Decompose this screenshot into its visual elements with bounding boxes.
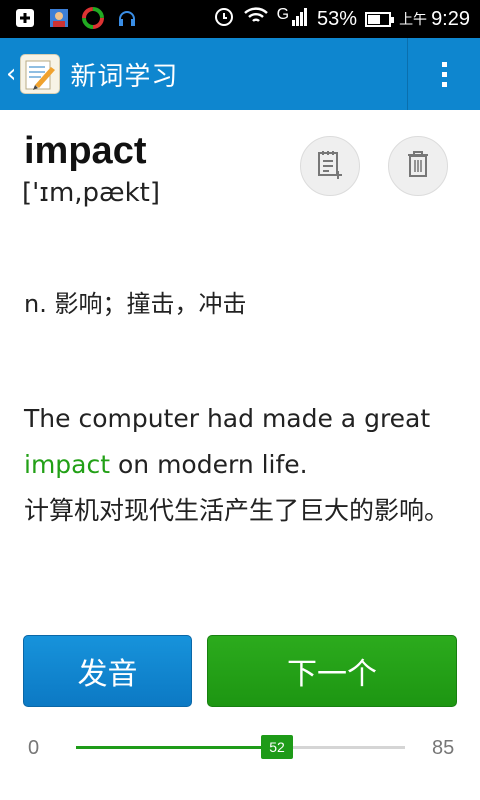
example-text-after: on modern life. xyxy=(110,450,308,479)
battery-icon xyxy=(365,11,395,27)
back-button[interactable]: ‹ 新词学习 xyxy=(0,38,200,110)
status-bar: G 53% 上午 9:29 xyxy=(0,0,480,38)
progress-fill xyxy=(76,746,277,749)
overflow-menu-icon xyxy=(441,61,447,87)
headset-icon xyxy=(116,7,138,29)
time-prefix: 上午 xyxy=(399,11,428,27)
alarm-icon xyxy=(213,5,235,33)
next-button[interactable]: 下一个 xyxy=(207,635,457,707)
progress-thumb[interactable]: 52 xyxy=(261,735,293,759)
add-note-button[interactable] xyxy=(300,136,360,196)
trash-icon xyxy=(406,149,430,183)
wifi-icon xyxy=(243,6,269,32)
delete-word-button[interactable] xyxy=(388,136,448,196)
chevron-left-icon: ‹ xyxy=(6,59,17,89)
app-logo-icon xyxy=(20,54,61,94)
status-notifications xyxy=(14,7,138,29)
clock: 9:29 xyxy=(431,7,470,30)
example-sentence: The computer had made a great impact on … xyxy=(24,396,454,534)
word-definition: n. 影响；撞击，冲击 xyxy=(24,290,247,318)
status-system: G 53% 上午 9:29 xyxy=(213,5,470,33)
pronounce-button[interactable]: 发音 xyxy=(23,635,192,707)
network-type: G xyxy=(276,6,290,23)
example-text-before: The computer had made a great xyxy=(24,404,431,433)
word-phonetic: ['ɪm,pækt] xyxy=(22,178,160,208)
progress-max: 85 xyxy=(432,737,455,759)
example-highlight: impact xyxy=(24,450,111,479)
progress-min: 0 xyxy=(28,737,40,759)
page-title: 新词学习 xyxy=(70,61,179,92)
example-translation: 计算机对现代生活产生了巨大的影响。 xyxy=(24,496,450,525)
app-bar: ‹ 新词学习 xyxy=(0,38,480,110)
app-icon xyxy=(82,7,104,29)
progress-track[interactable] xyxy=(76,746,405,749)
add-note-icon xyxy=(316,149,344,183)
battery-percent: 53% xyxy=(317,7,358,30)
notification-plus-icon xyxy=(14,7,36,29)
signal-icon xyxy=(291,6,309,32)
overflow-menu-button[interactable] xyxy=(407,38,480,110)
word-text: impact xyxy=(24,130,147,172)
contacts-icon xyxy=(48,7,70,29)
